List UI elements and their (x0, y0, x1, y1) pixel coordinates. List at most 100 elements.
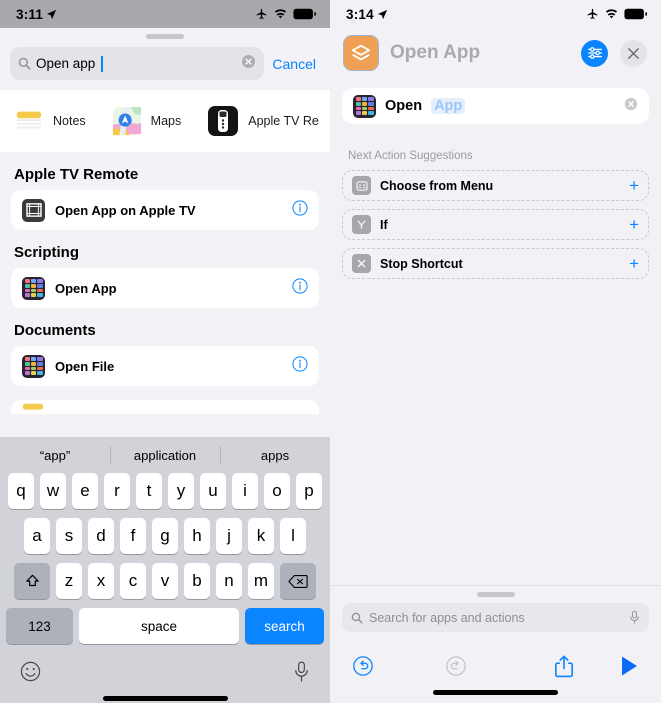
action-parameter-app[interactable]: App (431, 98, 466, 114)
key-d[interactable]: d (88, 518, 114, 554)
key-v[interactable]: v (152, 563, 178, 599)
key-t[interactable]: t (136, 473, 162, 509)
sliders-icon (587, 47, 602, 59)
key-y[interactable]: y (168, 473, 194, 509)
share-button[interactable] (510, 655, 575, 678)
redo-button[interactable] (417, 655, 510, 677)
keyboard-row-3: z x c v b n m (0, 563, 330, 599)
key-i[interactable]: i (232, 473, 258, 509)
close-x-icon (628, 47, 639, 59)
run-button[interactable] (574, 655, 639, 677)
action-clear-button[interactable] (624, 97, 638, 116)
suggestion-choose-from-menu[interactable]: Choose from Menu + (342, 170, 649, 201)
keyboard-suggestion-bar: “app” application apps (0, 437, 330, 473)
key-x[interactable]: x (88, 563, 114, 599)
suggestion-1[interactable]: application (110, 448, 220, 463)
backspace-key[interactable] (280, 563, 316, 599)
info-circle-icon[interactable] (292, 199, 308, 221)
numbers-key[interactable]: 123 (6, 608, 73, 644)
key-u[interactable]: u (200, 473, 226, 509)
status-bar-right: 3:14 (330, 0, 661, 28)
shortcuts-app-icon[interactable] (344, 36, 378, 70)
search-key[interactable]: search (245, 608, 324, 644)
clear-circle-icon (624, 97, 638, 110)
suggestion-if[interactable]: If + (342, 209, 649, 240)
on-screen-keyboard[interactable]: “app” application apps q w e r t y u i o… (0, 437, 330, 703)
key-b[interactable]: b (184, 563, 210, 599)
key-z[interactable]: z (56, 563, 82, 599)
plus-icon[interactable]: + (629, 255, 639, 272)
result-row-open-app-on-apple-tv[interactable]: Open App on Apple TV (11, 190, 319, 230)
app-chip-maps[interactable]: Maps (112, 106, 181, 136)
airplane-mode-icon (587, 8, 598, 19)
key-e[interactable]: e (72, 473, 98, 509)
key-l[interactable]: l (280, 518, 306, 554)
key-j[interactable]: j (216, 518, 242, 554)
suggestion-0[interactable]: “app” (0, 448, 110, 463)
clear-circle-icon (242, 54, 256, 68)
status-time-label-left: 3:11 (16, 6, 44, 22)
key-n[interactable]: n (216, 563, 242, 599)
battery-icon (624, 8, 647, 20)
emoji-smiley-icon[interactable] (20, 661, 41, 687)
search-input-value: Open app (36, 56, 96, 71)
key-r[interactable]: r (104, 473, 130, 509)
result-row-open-app[interactable]: Open App (11, 268, 319, 308)
search-clear-button[interactable] (241, 54, 256, 74)
shortcut-header: Open App (330, 28, 661, 78)
key-f[interactable]: f (120, 518, 146, 554)
status-indicators-right (586, 8, 647, 21)
branch-icon (352, 215, 371, 234)
key-k[interactable]: k (248, 518, 274, 554)
result-row-label: Open App on Apple TV (55, 202, 196, 218)
plus-icon[interactable]: + (629, 216, 639, 233)
key-g[interactable]: g (152, 518, 178, 554)
text-caret (101, 55, 103, 72)
search-row: Open app Cancel (0, 39, 330, 90)
section-header-documents: Documents (14, 322, 96, 339)
undo-button[interactable] (352, 655, 417, 677)
app-chip-notes[interactable]: Notes (14, 106, 86, 136)
key-w[interactable]: w (40, 473, 66, 509)
plus-icon[interactable]: + (629, 177, 639, 194)
key-q[interactable]: q (8, 473, 34, 509)
space-key[interactable]: space (79, 608, 239, 644)
suggestion-stop-shortcut[interactable]: Stop Shortcut + (342, 248, 649, 279)
key-a[interactable]: a (24, 518, 50, 554)
search-input[interactable]: Open app (10, 47, 265, 80)
stop-x-icon (352, 254, 371, 273)
app-chip-apple-tv-remote[interactable]: Apple TV Re (207, 105, 319, 137)
microphone-icon[interactable] (293, 660, 310, 688)
suggestion-label: If (380, 217, 388, 232)
bottom-panel-grabber[interactable] (476, 592, 515, 597)
shift-arrow-icon (25, 574, 39, 586)
key-o[interactable]: o (264, 473, 290, 509)
notes-app-icon (16, 111, 42, 129)
action-open-app[interactable]: Open App (342, 88, 649, 124)
suggestion-2[interactable]: apps (220, 448, 330, 463)
search-sheet: Open app Cancel Notes Maps Apple TV Re A… (0, 34, 330, 703)
bottom-search-panel: Search for apps and actions (330, 585, 661, 703)
key-c[interactable]: c (120, 563, 146, 599)
result-row-partial[interactable] (11, 400, 319, 414)
shift-key[interactable] (14, 563, 50, 599)
info-circle-icon[interactable] (292, 355, 308, 377)
search-results-list[interactable]: Apple TV Remote Open App on Apple TV Scr… (0, 152, 330, 454)
suggestion-label: Stop Shortcut (380, 256, 463, 271)
section-header-apple-tv-remote: Apple TV Remote (14, 166, 139, 183)
cancel-button[interactable]: Cancel (272, 56, 320, 72)
maps-app-icon (112, 106, 141, 136)
bottom-search-input[interactable]: Search for apps and actions (342, 603, 649, 632)
shortcut-settings-button[interactable] (581, 39, 608, 67)
status-time-left: 3:11 (16, 7, 57, 22)
info-circle-icon[interactable] (292, 277, 308, 299)
key-s[interactable]: s (56, 518, 82, 554)
microphone-icon[interactable] (629, 610, 640, 625)
key-m[interactable]: m (248, 563, 274, 599)
app-grid-icon (22, 276, 45, 300)
app-chip-label: Apple TV Re (248, 114, 319, 128)
key-h[interactable]: h (184, 518, 210, 554)
result-row-open-file[interactable]: Open File (11, 346, 319, 386)
close-button[interactable] (620, 39, 647, 67)
key-p[interactable]: p (296, 473, 322, 509)
